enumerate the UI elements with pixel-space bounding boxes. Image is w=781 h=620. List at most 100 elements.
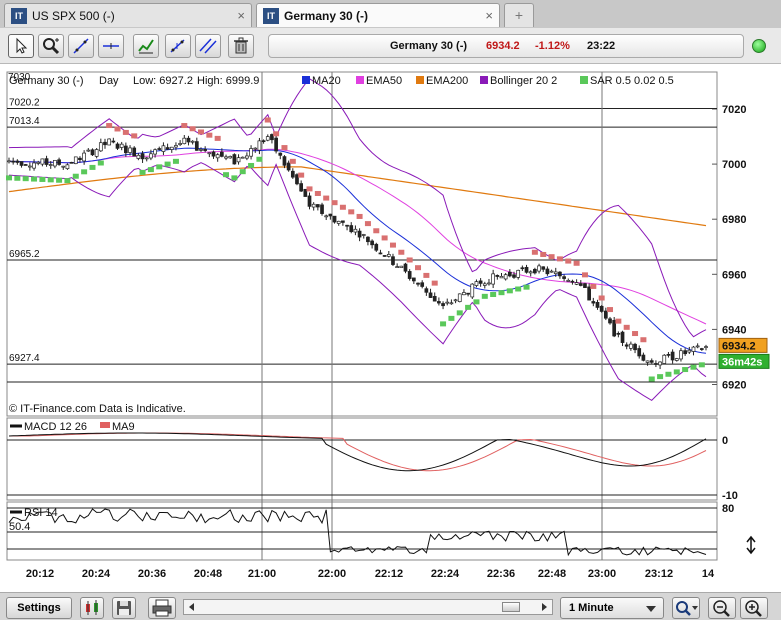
candle-body [670, 351, 675, 361]
sar-marker [331, 200, 338, 206]
candle-body [411, 277, 416, 282]
candle-body [612, 320, 617, 337]
candle-body [603, 310, 608, 319]
sar-marker [139, 169, 146, 175]
sar-marker [72, 173, 79, 179]
scroll-right-icon[interactable] [538, 600, 550, 614]
sar-marker [239, 169, 246, 175]
candle-body [36, 161, 41, 164]
timeframe-select[interactable]: 1 Minute [560, 597, 664, 619]
sar-marker [223, 172, 230, 178]
print-button[interactable] [148, 597, 176, 619]
new-tab-button[interactable]: + [504, 3, 534, 27]
candle-body [357, 230, 362, 238]
close-icon[interactable]: × [237, 8, 245, 23]
trash-icon [234, 37, 248, 54]
sar-marker [690, 364, 697, 370]
zoom-tool-button[interactable] [38, 34, 64, 58]
legend-item-label: EMA50 [366, 75, 402, 87]
sar-marker [306, 186, 313, 192]
candle-body [558, 271, 562, 277]
indicators-button[interactable] [133, 34, 159, 58]
time-axis-label: 20:36 [138, 568, 166, 580]
candle-body [161, 145, 166, 152]
candle-body [211, 151, 216, 157]
candle-body [157, 148, 162, 150]
sar-marker [657, 374, 664, 380]
rsi-panel[interactable] [6, 501, 718, 561]
candle-body [541, 266, 546, 270]
sar-marker [256, 156, 263, 162]
legend-high: High: 6999.9 [197, 75, 259, 87]
candle-body [499, 276, 504, 279]
sar-marker [47, 177, 54, 183]
sar-marker [39, 176, 46, 182]
candle-body [78, 157, 82, 161]
delete-drawings-button[interactable] [228, 34, 254, 58]
candle-body [240, 156, 245, 159]
sar-marker [548, 254, 555, 260]
candle-body [311, 203, 316, 208]
trend-line-tool-button[interactable] [68, 34, 94, 58]
candle-body [82, 152, 86, 162]
candle-body [257, 140, 262, 151]
sar-marker [523, 284, 530, 290]
settings-button[interactable]: Settings [6, 597, 72, 619]
zoom-out-button[interactable] [708, 597, 736, 619]
legend-swatch [480, 76, 488, 84]
candle-body [303, 188, 308, 197]
candle-body [232, 154, 237, 165]
candle-body [437, 301, 441, 304]
candle-body [391, 256, 395, 265]
sar-marker [473, 299, 480, 305]
rsi-axis-label: 80 [722, 503, 734, 515]
scroll-left-icon[interactable] [186, 600, 198, 614]
candle-body [182, 137, 187, 145]
resize-vertical-icon[interactable] [746, 535, 756, 555]
sar-marker [440, 321, 447, 327]
tab-germany-30[interactable]: IT Germany 30 (-) × [256, 3, 500, 27]
horizontal-line-tool-button[interactable] [98, 34, 124, 58]
candle-body [124, 145, 128, 154]
pointer-tool-button[interactable] [8, 34, 34, 58]
chevron-down-icon [646, 606, 656, 612]
candle-body [132, 147, 137, 157]
channel-tool-button[interactable] [195, 34, 221, 58]
candle-body [570, 280, 575, 283]
zoom-in-button[interactable] [740, 597, 768, 619]
save-button[interactable] [112, 597, 136, 619]
rsi-level-label: 50.4 [9, 521, 30, 533]
chart-type-button[interactable] [80, 597, 104, 619]
quote-time: 23:22 [587, 40, 616, 52]
candle-body [386, 254, 391, 257]
candle-body [432, 295, 437, 302]
chart-area[interactable]: 7020 7000 6980 6960 6940 6920 7030 7020.2 7013.4… [0, 64, 781, 592]
scrollbar-thumb[interactable] [502, 602, 520, 612]
candle-body [261, 140, 266, 143]
sar-marker [640, 337, 647, 343]
chart-canvas[interactable]: 70207000698069606940692070307020.27013.4… [0, 64, 781, 592]
candle-body [15, 160, 20, 163]
candle-body [7, 160, 11, 163]
candle-body [595, 301, 600, 308]
tab-us-spx-500[interactable]: IT US SPX 500 (-) × [4, 3, 252, 27]
candle-body [704, 346, 708, 348]
sar-marker [289, 158, 296, 164]
legend-swatch [302, 76, 310, 84]
sar-marker [131, 133, 138, 139]
sar-marker [189, 126, 196, 132]
sar-marker [531, 249, 538, 255]
candle-body [107, 138, 112, 146]
candle-body [562, 276, 566, 279]
sar-marker [231, 175, 238, 181]
fibonacci-tool-button[interactable] [165, 34, 191, 58]
candle-body [28, 165, 32, 168]
zoom-menu-button[interactable] [672, 597, 700, 619]
time-scrollbar[interactable] [183, 599, 553, 615]
sar-marker [431, 280, 438, 286]
horizontal-line-label: 7020.2 [9, 97, 40, 108]
tab-title: Germany 30 (-) [284, 9, 369, 23]
candle-body [699, 348, 704, 350]
close-icon[interactable]: × [485, 8, 493, 23]
time-axis-label: 23:00 [588, 568, 616, 580]
